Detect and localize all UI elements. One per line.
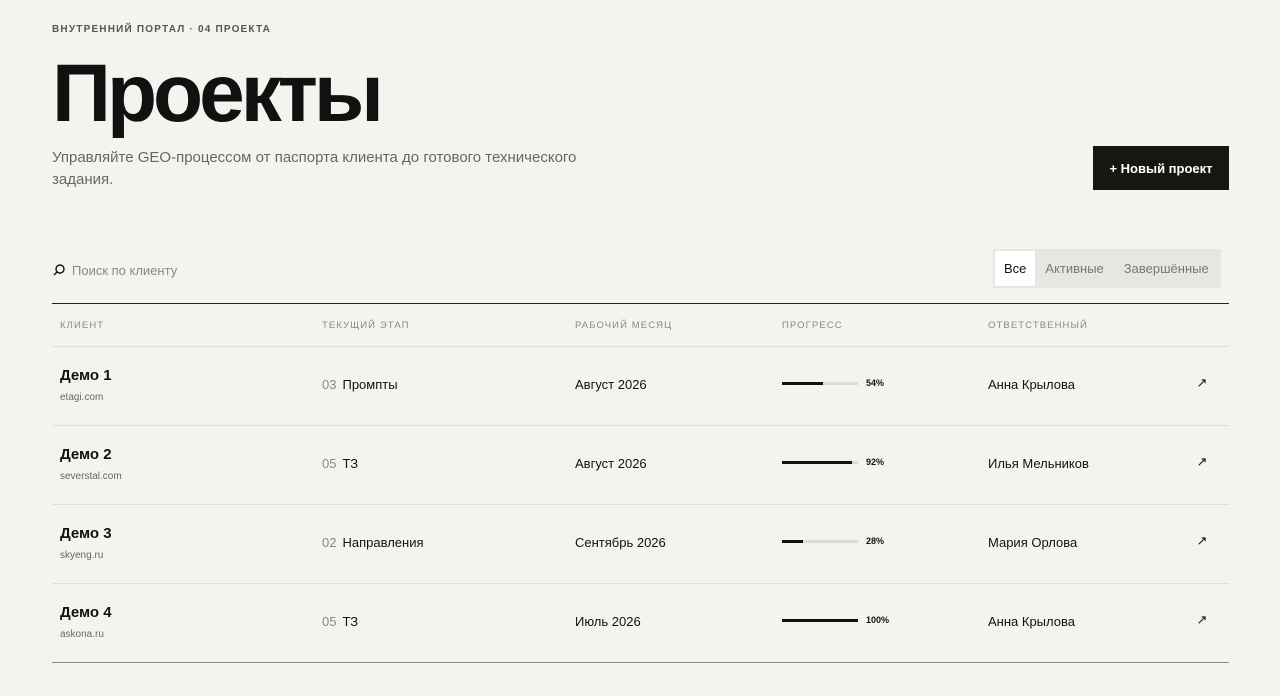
month-cell: Июль 2026 bbox=[575, 614, 641, 629]
stage-label: ТЗ bbox=[342, 456, 359, 471]
arrow-up-right-icon[interactable]: ↗ bbox=[1194, 612, 1210, 628]
month-cell: Сентябрь 2026 bbox=[575, 535, 666, 550]
client-name[interactable]: Демо 2 bbox=[60, 446, 122, 463]
client-cell: Демо 4 askona.ru bbox=[60, 604, 112, 640]
owner-cell: Анна Крылова bbox=[988, 377, 1075, 392]
progress-bar bbox=[782, 460, 858, 464]
search-input[interactable] bbox=[72, 262, 432, 278]
stage-label: ТЗ bbox=[342, 614, 359, 629]
stage-number: 03 bbox=[322, 377, 337, 392]
progress-fill bbox=[782, 460, 852, 464]
progress-cell: 54% bbox=[782, 378, 884, 388]
column-header-month[interactable]: РАБОЧИЙ МЕСЯЦ bbox=[575, 320, 672, 331]
stage-number: 05 bbox=[322, 456, 337, 471]
column-header-owner[interactable]: ОТВЕТСТВЕННЫЙ bbox=[988, 320, 1088, 331]
search-bar bbox=[52, 258, 452, 282]
filter-all[interactable]: Все bbox=[995, 251, 1036, 286]
client-name[interactable]: Демо 3 bbox=[60, 525, 112, 542]
progress-cell: 100% bbox=[782, 615, 889, 625]
stage-label: Направления bbox=[342, 535, 424, 550]
owner-cell: Анна Крылова bbox=[988, 614, 1075, 629]
column-header-stage[interactable]: ТЕКУЩИЙ ЭТАП bbox=[322, 320, 410, 331]
owner-cell: Мария Орлова bbox=[988, 535, 1078, 550]
progress-bar bbox=[782, 381, 858, 385]
arrow-up-right-icon[interactable]: ↗ bbox=[1194, 375, 1210, 391]
month-cell: Август 2026 bbox=[575, 377, 647, 392]
client-cell: Демо 3 skyeng.ru bbox=[60, 525, 112, 561]
client-domain: etagi.com bbox=[60, 392, 104, 403]
owner-cell: Илья Мельников bbox=[988, 456, 1089, 471]
projects-table: КЛИЕНТ ТЕКУЩИЙ ЭТАП РАБОЧИЙ МЕСЯЦ ПРОГРЕ… bbox=[52, 303, 1229, 663]
stage-cell: 03 Промпты bbox=[322, 377, 398, 392]
progress-percent: 54% bbox=[866, 378, 885, 388]
client-name[interactable]: Демо 4 bbox=[60, 604, 112, 621]
filter-active[interactable]: Активные bbox=[1035, 251, 1113, 286]
progress-fill bbox=[782, 618, 858, 622]
search-icon bbox=[52, 263, 66, 277]
column-header-progress[interactable]: ПРОГРЕСС bbox=[782, 320, 843, 331]
stage-cell: 02 Направления bbox=[322, 535, 424, 550]
new-project-button[interactable]: + Новый проект bbox=[1093, 146, 1229, 190]
arrow-up-right-icon[interactable]: ↗ bbox=[1194, 454, 1210, 470]
progress-bar bbox=[782, 539, 858, 543]
month-cell: Август 2026 bbox=[575, 456, 647, 471]
stage-label: Промпты bbox=[342, 377, 398, 392]
status-filter: Все Активные Завершённые bbox=[993, 249, 1221, 288]
page-title: Проекты bbox=[52, 48, 384, 139]
client-domain: skyeng.ru bbox=[60, 550, 104, 561]
table-row[interactable]: Демо 3 skyeng.ru 02 Направления Сентябрь … bbox=[52, 505, 1229, 584]
table-header: КЛИЕНТ ТЕКУЩИЙ ЭТАП РАБОЧИЙ МЕСЯЦ ПРОГРЕ… bbox=[52, 304, 1229, 347]
client-domain: severstal.com bbox=[60, 471, 122, 482]
table-row[interactable]: Демо 2 severstal.com 05 ТЗ Август 2026 92… bbox=[52, 426, 1229, 505]
client-domain: askona.ru bbox=[60, 629, 104, 640]
arrow-up-right-icon[interactable]: ↗ bbox=[1194, 533, 1210, 549]
progress-fill bbox=[782, 539, 804, 543]
stage-number: 02 bbox=[322, 535, 337, 550]
stage-cell: 05 ТЗ bbox=[322, 614, 358, 629]
progress-percent: 100% bbox=[866, 615, 890, 625]
table-row[interactable]: Демо 4 askona.ru 05 ТЗ Июль 2026 100% Анн… bbox=[52, 584, 1229, 663]
breadcrumb: ВНУТРЕННИЙ ПОРТАЛ · 04 ПРОЕКТА bbox=[52, 24, 272, 35]
projects-page: ВНУТРЕННИЙ ПОРТАЛ · 04 ПРОЕКТА Проекты У… bbox=[0, 0, 1280, 696]
client-cell: Демо 2 severstal.com bbox=[60, 446, 122, 482]
progress-bar bbox=[782, 618, 858, 622]
client-name[interactable]: Демо 1 bbox=[60, 367, 112, 384]
progress-cell: 28% bbox=[782, 536, 884, 546]
client-cell: Демо 1 etagi.com bbox=[60, 367, 112, 403]
column-header-client[interactable]: КЛИЕНТ bbox=[60, 320, 104, 331]
progress-percent: 28% bbox=[866, 536, 885, 546]
stage-number: 05 bbox=[322, 614, 337, 629]
progress-cell: 92% bbox=[782, 457, 884, 467]
stage-cell: 05 ТЗ bbox=[322, 456, 358, 471]
progress-fill bbox=[782, 381, 824, 385]
table-row[interactable]: Демо 1 etagi.com 03 Промпты Август 2026 5… bbox=[52, 347, 1229, 426]
page-subtitle: Управляйте GEO-процессом от паспорта кли… bbox=[52, 149, 577, 188]
progress-percent: 92% bbox=[866, 457, 885, 467]
filter-completed[interactable]: Завершённые bbox=[1114, 251, 1219, 286]
